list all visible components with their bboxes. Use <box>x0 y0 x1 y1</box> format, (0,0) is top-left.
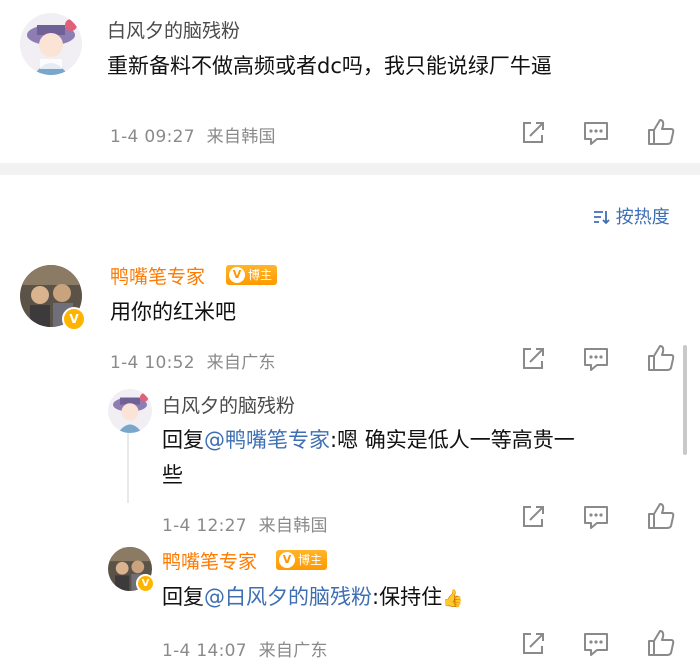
like-icon[interactable] <box>646 117 676 147</box>
sort-label: 按热度 <box>615 207 670 228</box>
reply-text: 回复@鸭嘴笔专家:嗯 确实是低人一等高贵一 些 <box>162 423 682 493</box>
badge-label: 博主 <box>248 268 273 282</box>
comment-time: 1-4 09:27 <box>110 127 195 147</box>
comment-timestamp: 1-4 09:27 来自韩国 <box>110 122 276 147</box>
comment-icon[interactable] <box>582 503 610 531</box>
comment-username[interactable]: 鸭嘴笔专家 <box>110 262 205 289</box>
comment-location: 来自韩国 <box>206 127 276 147</box>
reply-time: 1-4 12:27 <box>162 516 247 536</box>
badge-label: 博主 <box>298 553 323 567</box>
comment-icon[interactable] <box>582 119 610 147</box>
avatar[interactable] <box>108 389 152 433</box>
reply-time: 1-4 14:07 <box>162 641 247 661</box>
avatar[interactable] <box>20 13 82 75</box>
sort-icon <box>594 211 610 225</box>
reply-location: 来自广东 <box>258 641 328 661</box>
reply-timestamp: 1-4 14:07 来自广东 <box>162 636 328 661</box>
reply-username[interactable]: 鸭嘴笔专家 <box>162 547 257 574</box>
section-divider <box>0 163 700 175</box>
comment-text: 重新备料不做高频或者dc吗，我只能说绿厂牛逼 <box>107 54 552 78</box>
comment-username[interactable]: 白风夕的脑残粉 <box>107 16 240 43</box>
like-icon[interactable] <box>646 628 676 658</box>
share-icon[interactable] <box>519 630 547 658</box>
verified-badge: V <box>62 307 86 331</box>
mention-link[interactable]: @鸭嘴笔专家 <box>204 428 330 452</box>
comment-location: 来自广东 <box>206 353 276 373</box>
like-icon[interactable] <box>646 343 676 373</box>
scrollbar[interactable] <box>683 345 687 455</box>
blogger-badge: V 博主 <box>276 550 328 570</box>
reply-body: :保持住 <box>372 585 443 609</box>
verified-badge: V <box>136 574 155 593</box>
mention-link[interactable]: @白风夕的脑残粉 <box>204 585 372 609</box>
reply-location: 来自韩国 <box>258 516 328 536</box>
share-icon[interactable] <box>519 345 547 373</box>
v-icon: V <box>279 552 295 568</box>
reply-username[interactable]: 白风夕的脑残粉 <box>162 391 295 418</box>
reply-timestamp: 1-4 12:27 来自韩国 <box>162 511 328 536</box>
comment-time: 1-4 10:52 <box>110 353 195 373</box>
thumbs-up-emoji: 👍 <box>442 589 464 609</box>
reply-body-cont: 些 <box>162 463 183 487</box>
reply-text: 回复@白风夕的脑残粉:保持住👍 <box>162 580 463 617</box>
reply-body: :嗯 确实是低人一等高贵一 <box>330 428 575 452</box>
share-icon[interactable] <box>519 119 547 147</box>
v-icon: V <box>229 267 245 283</box>
blogger-badge: V 博主 <box>226 265 278 285</box>
comment-icon[interactable] <box>582 345 610 373</box>
comment-icon[interactable] <box>582 630 610 658</box>
comment-text: 用你的红米吧 <box>110 300 236 324</box>
like-icon[interactable] <box>646 501 676 531</box>
comment-timestamp: 1-4 10:52 来自广东 <box>110 348 276 373</box>
reply-prefix: 回复 <box>162 585 204 609</box>
reply-prefix: 回复 <box>162 428 204 452</box>
share-icon[interactable] <box>519 503 547 531</box>
sort-button[interactable]: 按热度 <box>592 203 670 229</box>
